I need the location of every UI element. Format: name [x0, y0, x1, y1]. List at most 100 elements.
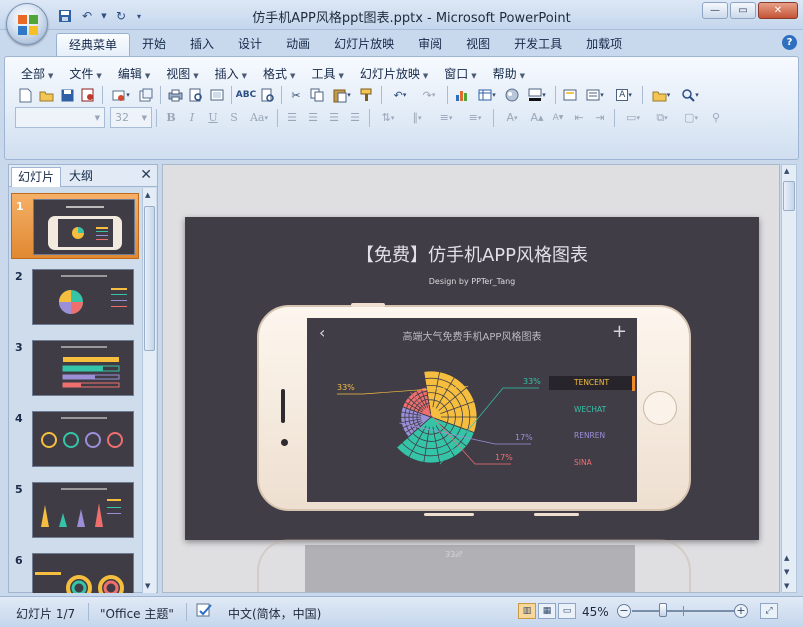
zoom-in-button[interactable]: + — [734, 604, 748, 618]
slide-thumbnail-3[interactable]: 3 — [11, 335, 139, 401]
shape-fill-icon[interactable]: ⚲ — [706, 108, 726, 128]
folder-icon[interactable]: ▾ — [647, 85, 675, 105]
email-icon[interactable]: ▾ — [107, 85, 135, 105]
tab-8[interactable]: 开发工具 — [502, 33, 574, 56]
legend-item[interactable]: WECHAT — [549, 403, 635, 417]
slide-subtitle[interactable]: Design by PPTer_Tang — [185, 277, 759, 286]
scroll-thumb[interactable] — [144, 206, 155, 351]
layout-icon[interactable]: ▾ — [581, 85, 609, 105]
font-name-combo[interactable]: ▼ — [15, 107, 105, 128]
italic-icon[interactable]: I — [182, 108, 202, 128]
columns-icon[interactable]: ∥ ▾ — [403, 108, 431, 128]
open-folder-icon[interactable] — [36, 85, 56, 105]
tab-7[interactable]: 视图 — [454, 33, 502, 56]
publish-icon[interactable] — [136, 85, 156, 105]
legend-item[interactable]: RENREN — [549, 429, 635, 443]
print-preview-icon[interactable] — [186, 85, 206, 105]
spelling-check-icon[interactable] — [196, 603, 214, 622]
slide-sorter-button[interactable]: ▦ — [538, 603, 556, 619]
scroll-down-icon[interactable]: ▼ — [145, 582, 150, 590]
menu-item-6[interactable]: 工具 ▼ — [305, 63, 349, 84]
underline-icon[interactable]: U — [203, 108, 223, 128]
legend-item[interactable]: SINA — [549, 456, 635, 470]
slide-thumbnail-4[interactable]: 4 — [11, 406, 139, 472]
zoom-out-button[interactable]: − — [617, 604, 631, 618]
shadow-icon[interactable]: S — [224, 108, 244, 128]
page-setup-icon[interactable] — [207, 85, 227, 105]
slide-thumbnail-2[interactable]: 2 — [11, 264, 139, 330]
menu-item-5[interactable]: 格式 ▼ — [257, 63, 301, 84]
tab-6[interactable]: 审阅 — [406, 33, 454, 56]
help-icon[interactable]: ? — [782, 35, 797, 50]
redo-toolbar-icon[interactable]: ↷ ▾ — [415, 85, 443, 105]
thumbnail-scrollbar[interactable]: ▲ ▼ — [142, 188, 156, 593]
current-slide[interactable]: 【免费】仿手机APP风格图表 Design by PPTer_Tang ‹ 高端… — [185, 217, 759, 592]
text-direction-icon[interactable]: ⇅ ▾ — [374, 108, 402, 128]
menu-item-7[interactable]: 幻灯片放映 ▼ — [354, 63, 434, 84]
slide-show-button[interactable]: ▭ — [558, 603, 576, 619]
tab-9[interactable]: 加载项 — [574, 33, 634, 56]
bullets-icon[interactable]: ≡ ▾ — [461, 108, 489, 128]
phone-mockup[interactable]: ‹ 高端大气免费手机APP风格图表 + 33% 33% 17% 17% TENCENT… — [257, 303, 691, 516]
research-icon[interactable] — [257, 85, 277, 105]
pane-close-icon[interactable]: ✕ — [140, 167, 152, 183]
shapes-icon[interactable]: ▭ ▾ — [619, 108, 647, 128]
menu-item-2[interactable]: 编辑 ▼ — [112, 63, 156, 84]
restore-button[interactable]: ▭ — [730, 2, 756, 19]
slide-title[interactable]: 【免费】仿手机APP风格图表 — [185, 241, 759, 267]
language-indicator[interactable]: 中文(简体，中国) — [228, 605, 321, 622]
spelling-icon[interactable]: ABC — [236, 85, 256, 105]
format-painter-icon[interactable] — [357, 85, 377, 105]
scroll-up-icon[interactable]: ▲ — [784, 167, 789, 175]
text-box-icon[interactable]: A ▾ — [610, 85, 638, 105]
legend-item[interactable]: TENCENT — [549, 376, 635, 391]
justify-icon[interactable]: ☰ — [345, 108, 365, 128]
menu-item-8[interactable]: 窗口 ▼ — [438, 63, 482, 84]
menu-item-0[interactable]: 全部 ▼ — [15, 63, 59, 84]
clip-art-icon[interactable] — [502, 85, 522, 105]
tab-1[interactable]: 开始 — [130, 33, 178, 56]
fill-color-icon[interactable]: ▾ — [523, 85, 551, 105]
canvas-scrollbar[interactable]: ▲ ▲ ▼ ▼ — [781, 164, 797, 593]
align-right-icon[interactable]: ☰ — [324, 108, 344, 128]
shrink-font-icon[interactable]: A ▼ — [548, 108, 568, 128]
scroll-up-icon[interactable]: ▲ — [145, 191, 150, 199]
tab-5[interactable]: 幻灯片放映 — [322, 33, 406, 56]
next-slide-icon[interactable]: ▼ — [784, 568, 789, 576]
minimize-button[interactable]: — — [702, 2, 728, 19]
numbering-icon[interactable]: ≡ ▾ — [432, 108, 460, 128]
normal-view-button[interactable]: ▥ — [518, 603, 536, 619]
find-icon[interactable]: ▾ — [676, 85, 704, 105]
slide-thumbnail-5[interactable]: 5 — [11, 477, 139, 543]
tab-3[interactable]: 设计 — [226, 33, 274, 56]
insert-table-icon[interactable]: ▾ — [473, 85, 501, 105]
tab-0[interactable]: 经典菜单 — [56, 33, 131, 56]
tab-slides[interactable]: 幻灯片 — [11, 167, 62, 187]
align-center-icon[interactable]: ☰ — [303, 108, 323, 128]
copy-icon[interactable] — [307, 85, 327, 105]
zoom-level[interactable]: 45% — [582, 605, 609, 619]
permission-icon[interactable] — [78, 85, 98, 105]
decrease-indent-icon[interactable]: ⇤ — [569, 108, 589, 128]
scroll-thumb[interactable] — [783, 181, 795, 211]
tab-2[interactable]: 插入 — [178, 33, 226, 56]
font-size-combo[interactable]: 32 ▼ — [110, 107, 152, 128]
align-left-icon[interactable]: ☰ — [282, 108, 302, 128]
close-button[interactable]: ✕ — [758, 2, 798, 19]
increase-indent-icon[interactable]: ⇥ — [590, 108, 610, 128]
font-color-icon[interactable]: A ▾ — [498, 108, 526, 128]
tab-outline[interactable]: 大纲 — [63, 167, 99, 187]
menu-item-4[interactable]: 插入 ▼ — [209, 63, 253, 84]
menu-item-1[interactable]: 文件 ▼ — [63, 63, 107, 84]
print-icon[interactable] — [165, 85, 185, 105]
grow-font-icon[interactable]: A ▲ — [527, 108, 547, 128]
quick-styles-icon[interactable]: ▢ ▾ — [677, 108, 705, 128]
zoom-slider-thumb[interactable] — [658, 603, 667, 617]
scroll-down-icon[interactable]: ▼ — [784, 582, 789, 590]
tab-4[interactable]: 动画 — [274, 33, 322, 56]
undo-toolbar-icon[interactable]: ↶ ▾ — [386, 85, 414, 105]
change-case-icon[interactable]: Aa ▾ — [245, 108, 273, 128]
paste-icon[interactable]: ▾ — [328, 85, 356, 105]
fit-to-window-button[interactable]: ⤢ — [760, 603, 778, 619]
bold-icon[interactable]: B — [161, 108, 181, 128]
